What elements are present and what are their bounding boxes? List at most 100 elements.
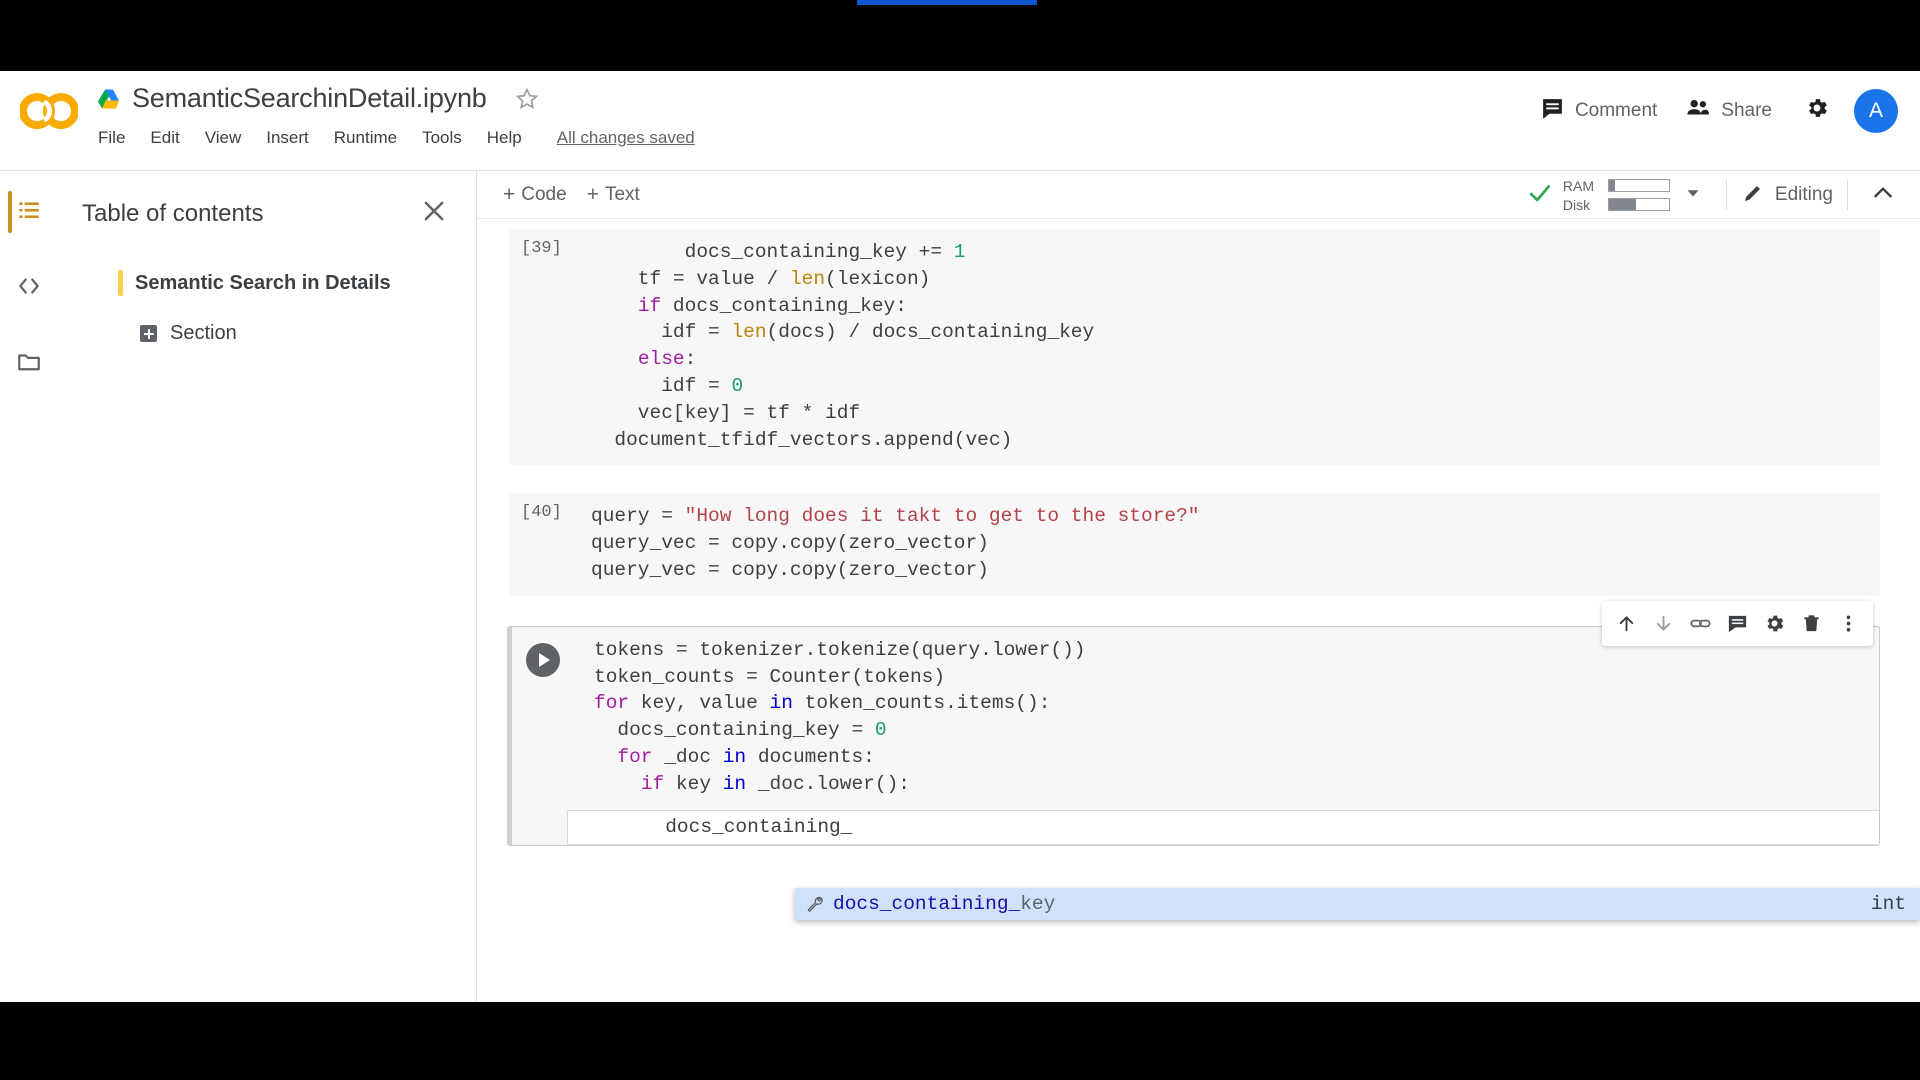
editing-label: Editing [1775, 184, 1833, 206]
gear-icon[interactable] [1758, 607, 1791, 640]
active-editor-line[interactable]: docs_containing_ [567, 810, 1879, 845]
autocomplete-prefix: docs_containing_ [833, 893, 1020, 915]
editing-mode-button[interactable]: Editing [1741, 181, 1833, 210]
cell-source[interactable]: tokens = tokenizer.tokenize(query.lower(… [512, 627, 1879, 810]
execution-count: [39] [521, 239, 562, 258]
code-cell-40[interactable]: [40] query = "How long does it takt to g… [509, 493, 1880, 595]
autocomplete-label: docs_containing_key [833, 893, 1871, 915]
resource-dropdown-button[interactable] [1674, 174, 1712, 217]
star-outline-icon[interactable] [514, 86, 540, 112]
share-label: Share [1721, 100, 1772, 122]
collapse-toolbar-button[interactable] [1862, 172, 1904, 219]
avatar-initial: A [1869, 99, 1883, 123]
menu-item-edit[interactable]: Edit [150, 128, 179, 148]
plus-icon: + [587, 184, 599, 205]
toc-subentry-label: Section [170, 322, 237, 345]
link-icon[interactable] [1684, 607, 1717, 640]
pencil-icon [1741, 181, 1765, 210]
plus-square-icon[interactable] [140, 325, 157, 342]
folder-icon [16, 349, 42, 380]
ram-label: RAM [1563, 178, 1601, 194]
disk-bar-fill [1609, 199, 1636, 210]
wrench-icon [805, 894, 825, 914]
add-text-label: Text [605, 184, 640, 206]
colab-logo-icon[interactable] [20, 93, 78, 129]
execution-count: [40] [521, 503, 562, 522]
menu-item-insert[interactable]: Insert [266, 128, 309, 148]
table-of-contents-panel: Table of contents Semantic Search in Det… [58, 171, 477, 1002]
cell-toolbar [1602, 601, 1873, 646]
menu-item-file[interactable]: File [98, 128, 125, 148]
comment-label: Comment [1575, 100, 1657, 122]
toc-subentry-section[interactable]: Section [140, 322, 476, 345]
more-vert-icon[interactable] [1832, 607, 1865, 640]
check-icon [1527, 180, 1553, 211]
notebook-area: + Code + Text [477, 171, 1920, 1002]
browser-tab-indicator [857, 0, 1037, 5]
header-actions: Comment Share [1526, 85, 1898, 136]
screen: SemanticSearchinDetail.ipynb File Edit V… [0, 0, 1920, 1080]
menu-item-view[interactable]: View [205, 128, 242, 148]
autocomplete-popup: docs_containing_key int [795, 888, 1920, 920]
list-icon [16, 197, 42, 228]
resource-meters: RAM Disk [1563, 178, 1670, 213]
disk-meter: Disk [1563, 197, 1670, 213]
toc-entry-semantic-search[interactable]: Semantic Search in Details [118, 270, 476, 296]
ram-bar [1608, 179, 1670, 192]
file-name[interactable]: SemanticSearchinDetail.ipynb [132, 83, 487, 114]
run-cell-button[interactable] [526, 643, 560, 677]
ram-bar-fill [1609, 180, 1615, 191]
comment-button[interactable]: Comment [1526, 88, 1671, 134]
cell-source[interactable]: query = "How long does it takt to get to… [509, 493, 1880, 595]
autocomplete-suffix: key [1020, 893, 1055, 915]
ram-meter: RAM [1563, 178, 1670, 194]
notebook-toolbar: + Code + Text [477, 171, 1920, 219]
code-cell-39[interactable]: [39] docs_containing_key += 1 tf = value… [509, 229, 1880, 465]
sidebar-item-snippets[interactable] [6, 265, 52, 311]
chevron-up-icon [1870, 193, 1896, 210]
code-brackets-icon [16, 273, 42, 304]
disk-bar [1608, 198, 1670, 211]
resource-usage-indicator[interactable]: RAM Disk [1527, 178, 1670, 213]
autocomplete-item[interactable]: docs_containing_key int [795, 888, 1920, 920]
trash-icon[interactable] [1795, 607, 1828, 640]
move-cell-up-icon[interactable] [1610, 607, 1643, 640]
menu-item-tools[interactable]: Tools [422, 128, 462, 148]
caret-down-icon [1682, 191, 1704, 208]
cell-source[interactable]: docs_containing_key += 1 tf = value / le… [509, 229, 1880, 465]
gear-icon [1804, 108, 1830, 125]
toc-header: Table of contents [58, 171, 476, 230]
share-button[interactable]: Share [1671, 87, 1786, 134]
save-status[interactable]: All changes saved [557, 128, 695, 148]
drive-icon [97, 88, 121, 110]
toc-title: Table of contents [82, 200, 263, 228]
add-code-cell-button[interactable]: + Code [493, 180, 577, 210]
toolbar-divider [1726, 180, 1727, 210]
notebook-toolbar-right: RAM Disk [1527, 171, 1904, 219]
menu-bar: File Edit View Insert Runtime Tools Help… [98, 128, 695, 148]
toc-accent-bar [118, 270, 123, 296]
settings-button[interactable] [1794, 85, 1840, 136]
autocomplete-type-hint: int [1871, 893, 1906, 915]
comment-icon[interactable] [1721, 607, 1754, 640]
sidebar-item-files[interactable] [6, 341, 52, 387]
people-icon [1685, 95, 1711, 126]
move-cell-down-icon[interactable] [1647, 607, 1680, 640]
menu-item-runtime[interactable]: Runtime [334, 128, 397, 148]
cell-list: [39] docs_containing_key += 1 tf = value… [477, 219, 1920, 846]
vertical-scrollbar[interactable] [1913, 219, 1920, 1002]
file-title-row: SemanticSearchinDetail.ipynb [97, 83, 540, 114]
code-cell-active[interactable]: tokens = tokenizer.tokenize(query.lower(… [507, 626, 1880, 846]
sidebar-item-toc[interactable] [6, 189, 52, 235]
plus-icon: + [503, 184, 515, 205]
toc-entry-label: Semantic Search in Details [135, 272, 391, 295]
toolbar-divider [1847, 180, 1848, 210]
comment-icon [1540, 96, 1565, 126]
add-code-label: Code [521, 184, 566, 206]
menu-item-help[interactable]: Help [487, 128, 522, 148]
add-text-cell-button[interactable]: + Text [577, 180, 650, 210]
avatar[interactable]: A [1854, 89, 1898, 133]
app-body: Table of contents Semantic Search in Det… [0, 171, 1920, 1002]
close-icon[interactable] [420, 197, 448, 230]
icon-rail [0, 171, 58, 1002]
